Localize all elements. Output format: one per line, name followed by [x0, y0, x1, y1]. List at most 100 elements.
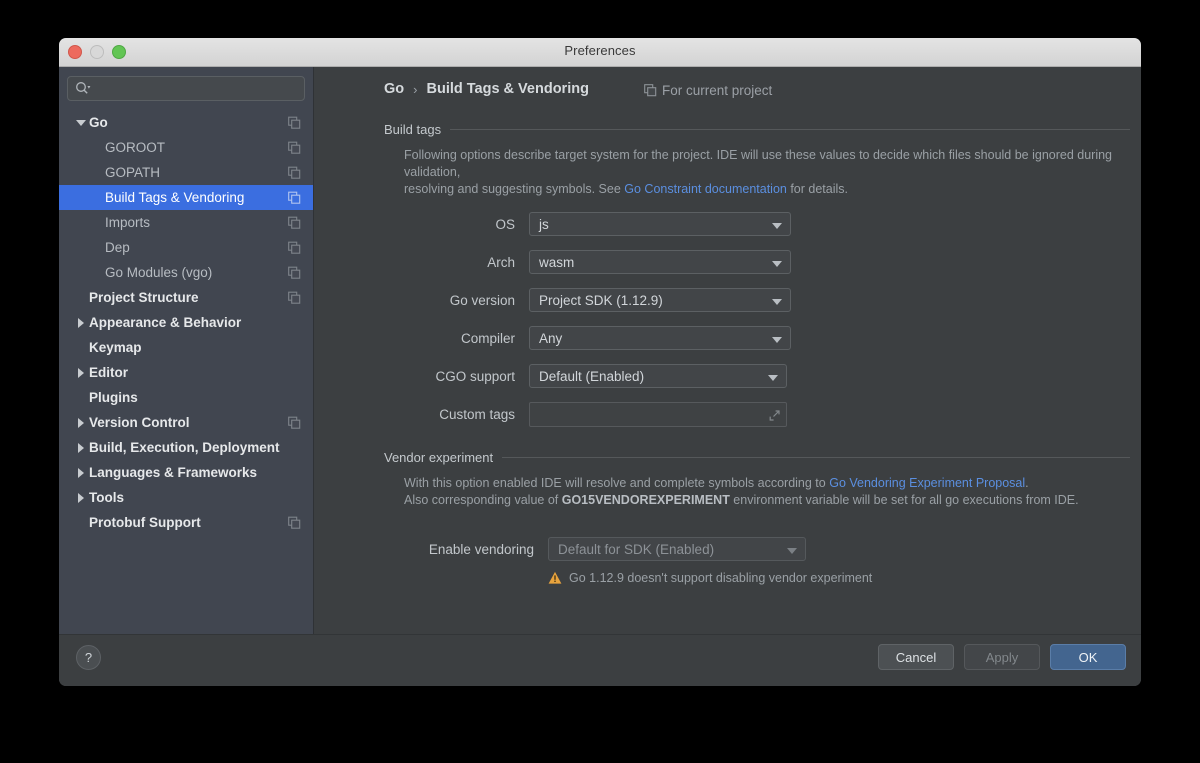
go-vendoring-experiment-proposal-link[interactable]: Go Vendoring Experiment Proposal	[829, 476, 1025, 490]
sidebar-item-plugins[interactable]: Plugins	[59, 385, 313, 410]
chevron-down-icon	[772, 261, 782, 267]
breadcrumb: Go › Build Tags & Vendoring	[384, 81, 589, 97]
build-tags-description: Following options describe target system…	[384, 147, 1130, 198]
sidebar-item-version-control[interactable]: Version Control	[59, 410, 313, 435]
sidebar-item-label: Version Control	[89, 415, 190, 430]
vendor-env-var-name: GO15VENDOREXPERIMENT	[561, 493, 730, 507]
apply-button[interactable]: Apply	[964, 644, 1040, 670]
sidebar-item-dep[interactable]: Dep	[59, 235, 313, 260]
sidebar-item-build-execution-deployment[interactable]: Build, Execution, Deployment	[59, 435, 313, 460]
chevron-right-icon[interactable]	[73, 492, 89, 503]
chevron-right-icon	[78, 417, 84, 428]
go-version-select[interactable]: Project SDK (1.12.9)	[529, 288, 791, 312]
custom-tags-label: Custom tags	[439, 406, 515, 422]
search-input[interactable]	[67, 76, 305, 101]
chevron-down-icon	[772, 337, 782, 343]
chevron-right-icon[interactable]	[73, 442, 89, 453]
go-version-row: Go version Project SDK (1.12.9)	[384, 281, 791, 319]
settings-tree: Go GOROOT GOPATH Build Tags & Vendoring Impo…	[59, 110, 313, 535]
window-body: Go GOROOT GOPATH Build Tags & Vendoring Impo…	[59, 67, 1141, 686]
sidebar-item-label: Tools	[89, 490, 124, 505]
breadcrumb-leaf: Build Tags & Vendoring	[426, 81, 589, 97]
copy-icon	[288, 416, 301, 429]
warning-triangle-icon	[548, 571, 562, 584]
cgo-support-select[interactable]: Default (Enabled)	[529, 364, 787, 388]
sidebar-item-label: GOPATH	[105, 165, 161, 180]
go-version-value: Project SDK (1.12.9)	[539, 292, 663, 308]
arch-select[interactable]: wasm	[529, 250, 791, 274]
sidebar-item-go-modules-vgo[interactable]: Go Modules (vgo)	[59, 260, 313, 285]
os-select[interactable]: js	[529, 212, 791, 236]
dialog-footer: ? Cancel Apply OK	[59, 634, 1141, 686]
settings-sidebar: Go GOROOT GOPATH Build Tags & Vendoring Impo…	[59, 67, 314, 663]
sidebar-item-goroot[interactable]: GOROOT	[59, 135, 313, 160]
go-version-label: Go version	[449, 292, 515, 308]
sidebar-item-label: Go Modules (vgo)	[105, 265, 213, 280]
arch-label: Arch	[487, 254, 515, 270]
vendor-experiment-form: Enable vendoring Default for SDK (Enable…	[384, 530, 872, 585]
section-divider	[450, 129, 1130, 130]
compiler-row: Compiler Any	[384, 319, 791, 357]
chevron-right-icon[interactable]	[73, 317, 89, 328]
enable-vendoring-select[interactable]: Default for SDK (Enabled)	[548, 537, 806, 561]
go-constraint-documentation-link[interactable]: Go Constraint documentation	[624, 182, 787, 196]
sidebar-item-languages-frameworks[interactable]: Languages & Frameworks	[59, 460, 313, 485]
chevron-down-icon[interactable]	[73, 119, 89, 126]
sidebar-item-project-structure[interactable]: Project Structure	[59, 285, 313, 310]
cgo-support-value: Default (Enabled)	[539, 368, 645, 384]
enable-vendoring-row: Enable vendoring Default for SDK (Enable…	[384, 530, 872, 568]
search-icon	[76, 82, 91, 94]
sidebar-item-label: Build, Execution, Deployment	[89, 440, 280, 455]
cancel-button[interactable]: Cancel	[878, 644, 954, 670]
sidebar-item-build-tags-vendoring[interactable]: Build Tags & Vendoring	[59, 185, 313, 210]
expand-icon[interactable]	[768, 409, 781, 422]
section-divider	[502, 457, 1130, 458]
copy-icon	[288, 166, 301, 179]
sidebar-item-gopath[interactable]: GOPATH	[59, 160, 313, 185]
sidebar-item-label: Dep	[105, 240, 130, 255]
dialog-action-buttons: Cancel Apply OK	[878, 644, 1126, 670]
preferences-window: Preferences Go GOROOT GOPATH Build Tags & V…	[59, 38, 1141, 686]
sidebar-item-label: Project Structure	[89, 290, 199, 305]
breadcrumb-separator: ›	[413, 81, 418, 97]
sidebar-item-appearance-behavior[interactable]: Appearance & Behavior	[59, 310, 313, 335]
sidebar-item-tools[interactable]: Tools	[59, 485, 313, 510]
chevron-down-icon	[772, 223, 782, 229]
sidebar-item-keymap[interactable]: Keymap	[59, 335, 313, 360]
vendoring-warning-text: Go 1.12.9 doesn't support disabling vend…	[569, 571, 873, 585]
sidebar-item-go[interactable]: Go	[59, 110, 313, 135]
help-button[interactable]: ?	[76, 645, 101, 670]
chevron-right-icon	[78, 492, 84, 503]
sidebar-item-editor[interactable]: Editor	[59, 360, 313, 385]
scope-label: For current project	[662, 83, 773, 98]
chevron-right-icon	[78, 467, 84, 478]
window-titlebar: Preferences	[59, 38, 1141, 67]
chevron-right-icon	[78, 317, 84, 328]
settings-main-panel: Go › Build Tags & Vendoring For current …	[314, 67, 1141, 663]
chevron-right-icon[interactable]	[73, 417, 89, 428]
vendor-desc-line2-pre: Also corresponding value of	[404, 493, 562, 507]
chevron-right-icon[interactable]	[73, 367, 89, 378]
sidebar-item-label: Protobuf Support	[89, 515, 201, 530]
copy-icon	[288, 191, 301, 204]
chevron-down-icon	[768, 375, 778, 381]
window-title: Preferences	[564, 43, 636, 58]
cgo-support-label: CGO support	[435, 368, 515, 384]
build-tags-desc-line2-pre: resolving and suggesting symbols. See	[404, 182, 625, 196]
vendoring-warning: Go 1.12.9 doesn't support disabling vend…	[548, 571, 872, 585]
sidebar-item-label: Editor	[89, 365, 128, 380]
sidebar-item-imports[interactable]: Imports	[59, 210, 313, 235]
copy-icon	[288, 116, 301, 129]
scope-indicator: For current project	[644, 83, 772, 98]
sidebar-item-protobuf-support[interactable]: Protobuf Support	[59, 510, 313, 535]
chevron-down-icon	[76, 119, 86, 126]
compiler-select[interactable]: Any	[529, 326, 791, 350]
ok-button[interactable]: OK	[1050, 644, 1126, 670]
chevron-right-icon[interactable]	[73, 467, 89, 478]
vendor-experiment-description: With this option enabled IDE will resolv…	[384, 475, 1130, 509]
sidebar-item-label: Keymap	[89, 340, 142, 355]
vendor-experiment-section: Vendor experiment With this option enabl…	[384, 450, 1130, 509]
screen: Preferences Go GOROOT GOPATH Build Tags & V…	[0, 0, 1200, 763]
breadcrumb-root[interactable]: Go	[384, 81, 404, 97]
custom-tags-input[interactable]	[529, 401, 787, 427]
